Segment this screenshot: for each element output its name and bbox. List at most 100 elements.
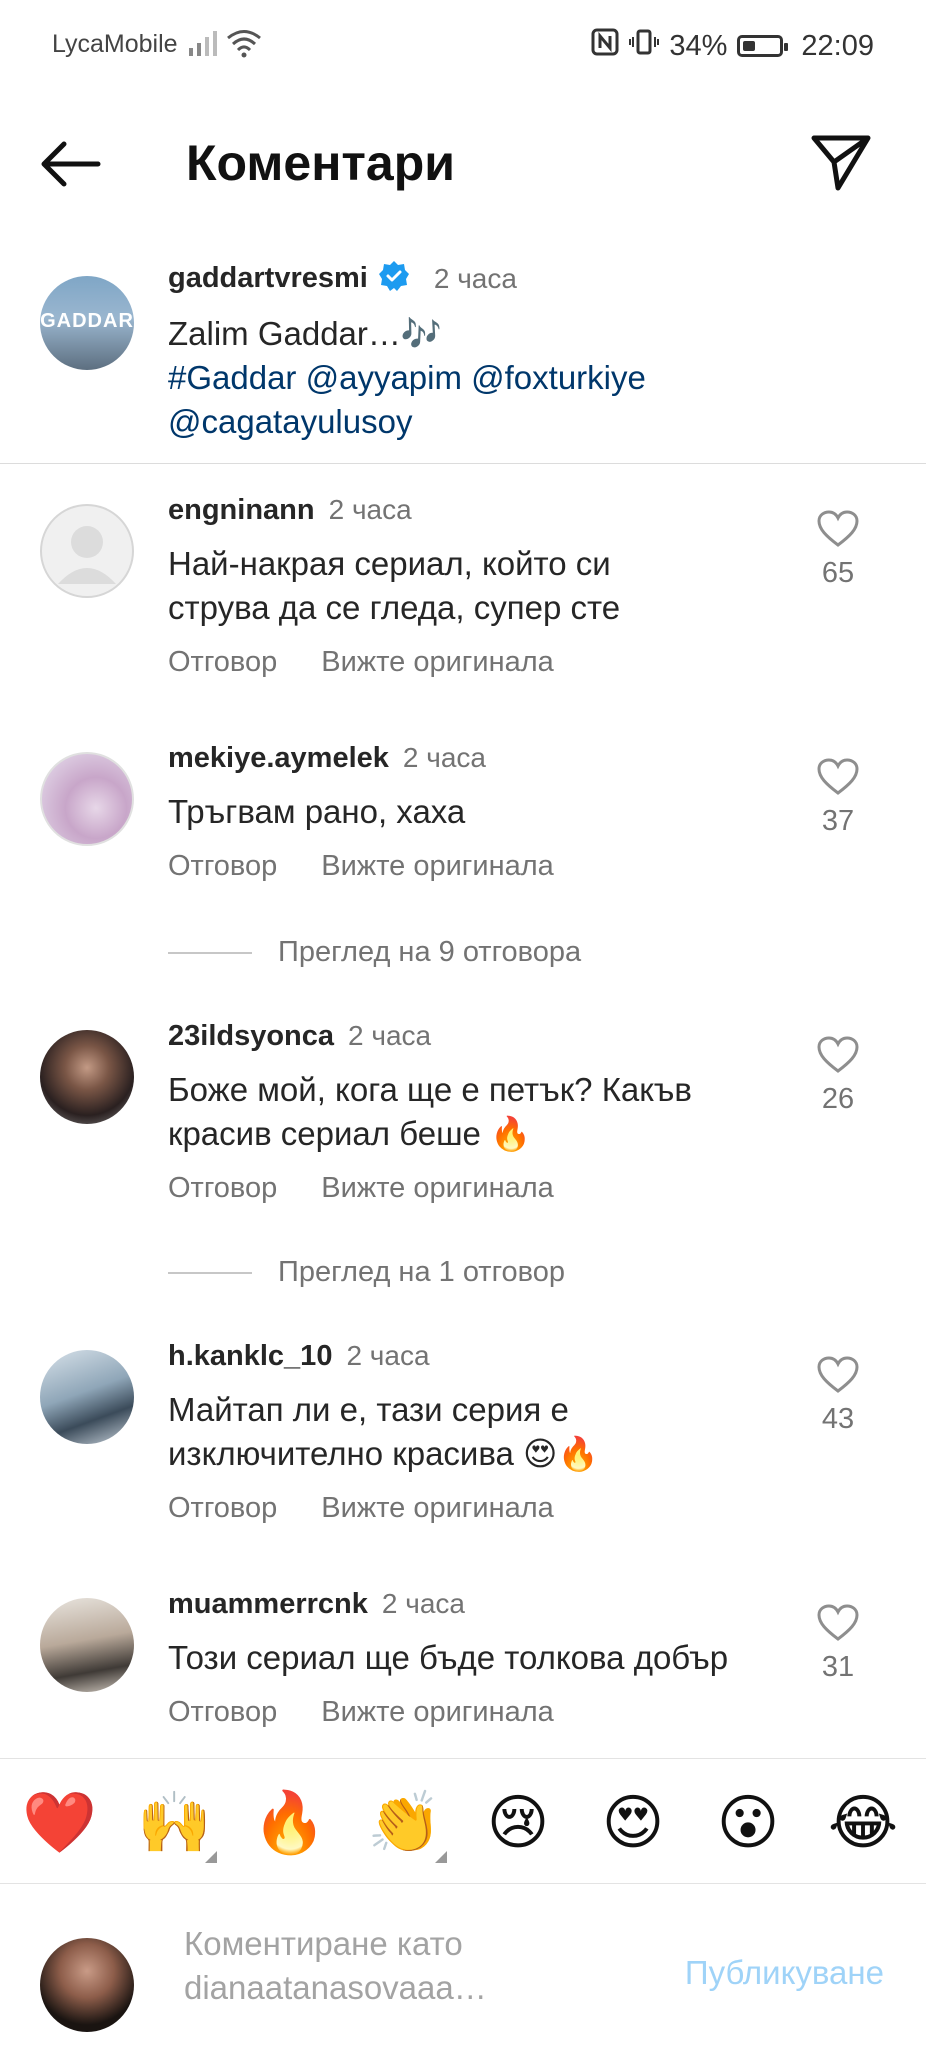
see-original-button[interactable]: Вижте оригинала (321, 850, 554, 883)
avatar[interactable] (40, 1350, 134, 1444)
comment-actions: Отговор Вижте оригинала (168, 646, 554, 679)
caption-mention[interactable]: @cagatayulusoy (168, 400, 768, 444)
reply-button[interactable]: Отговор (168, 1172, 277, 1205)
back-button[interactable] (38, 138, 102, 190)
emoji-laughing-button[interactable]: 😂 (827, 1787, 899, 1859)
publish-button[interactable]: Публикуване (685, 1954, 884, 1992)
comment-time: 2 часа (402, 742, 486, 773)
avatar[interactable] (40, 1030, 134, 1124)
comment-time: 2 часа (381, 1588, 465, 1619)
emoji-fire-button[interactable]: 🔥 (252, 1787, 327, 1859)
comment-text: Най-накрая сериал, който си струва да се… (168, 542, 808, 630)
like-button[interactable]: 37 (808, 758, 868, 838)
reply-button[interactable]: Отговор (168, 1696, 277, 1729)
caption-username[interactable]: gaddartvresmi (168, 262, 368, 295)
comment-time: 2 часа (346, 1340, 430, 1371)
wifi-icon (226, 28, 262, 63)
comment-text-line: Този сериал ще бъде толкова добър (168, 1639, 729, 1676)
comment-text-line: Тръгвам рано, хаха (168, 793, 466, 830)
share-button[interactable] (810, 132, 872, 192)
reply-button[interactable]: Отговор (168, 646, 277, 679)
comment-username[interactable]: mekiye.aymelek (168, 742, 389, 775)
like-count: 43 (821, 1403, 855, 1435)
caption-time: 2 часа (433, 262, 517, 294)
comment-text: Тръгвам рано, хаха (168, 790, 808, 834)
like-button[interactable]: 43 (808, 1356, 868, 1436)
avatar[interactable] (40, 752, 134, 846)
reply-button[interactable]: Отговор (168, 850, 277, 883)
comment-header: mekiye.aymelek 2 часа (168, 742, 486, 775)
header: Коментари (0, 112, 926, 212)
heart-icon (817, 1036, 859, 1073)
divider (0, 463, 926, 464)
heart-icon (817, 1356, 859, 1393)
comment-text: Боже мой, кога ще е петък? Какъв красив … (168, 1068, 808, 1156)
comment-header: h.kanklc_10 2 часа (168, 1340, 430, 1373)
reply-button[interactable]: Отговор (168, 1492, 277, 1525)
like-count: 26 (821, 1083, 855, 1115)
caption-tags[interactable]: #Gaddar @ayyapim @foxturkiye (168, 356, 768, 400)
comment-username[interactable]: engninann (168, 494, 315, 527)
see-original-button[interactable]: Вижте оригинала (321, 1172, 554, 1205)
see-original-button[interactable]: Вижте оригинала (321, 1492, 554, 1525)
like-count: 31 (821, 1651, 855, 1683)
comment-text-line: Най-накрая сериал, който си (168, 545, 611, 582)
like-button[interactable]: 31 (808, 1604, 868, 1684)
see-original-button[interactable]: Вижте оригинала (321, 1696, 554, 1729)
nfc-icon (591, 28, 619, 64)
status-bar: LycaMobile 34% 22:09 (0, 0, 926, 92)
comment-username[interactable]: 23ildsyonca (168, 1020, 334, 1053)
emoji-heart-eyes-button[interactable]: 😍 (597, 1787, 669, 1859)
comment-username[interactable]: muammerrcnk (168, 1588, 368, 1621)
comment-placeholder-line: dianaatanasovaaa… (184, 1969, 487, 2006)
comment-composer: Коментиране като dianaatanasovaaa… Публи… (0, 1884, 926, 2048)
emoji-quick-bar: ❤️ 🙌 🔥 👏 😢 😍 😮 😂 (0, 1758, 926, 1884)
status-right: 34% 22:09 (591, 28, 874, 64)
battery-icon (737, 35, 789, 57)
view-replies-button[interactable]: Преглед на 1 отговор (168, 1256, 565, 1289)
comment-actions: Отговор Вижте оригинала (168, 1172, 554, 1205)
paper-plane-icon (811, 135, 871, 191)
avatar[interactable] (40, 1598, 134, 1692)
view-replies-label: Преглед на 9 отговора (278, 936, 582, 968)
emoji-heart-button[interactable]: ❤️ (22, 1787, 97, 1859)
view-replies-button[interactable]: Преглед на 9 отговора (168, 936, 581, 969)
battery-percent: 34% (669, 29, 728, 62)
vibrate-icon (629, 28, 660, 64)
default-avatar-icon (58, 526, 116, 584)
comment-text-line: красив сериал беше 🔥 (168, 1115, 532, 1152)
comment-placeholder-line: Коментиране като (184, 1925, 463, 1962)
skin-tone-indicator-icon (205, 1851, 217, 1863)
comment-username[interactable]: h.kanklc_10 (168, 1340, 332, 1373)
comment-header: engninann 2 часа (168, 494, 412, 527)
emoji-surprised-button[interactable]: 😮 (712, 1787, 784, 1859)
caption-title: Zalim Gaddar…🎶 (168, 315, 442, 352)
signal-icon (188, 28, 220, 63)
like-button[interactable]: 26 (808, 1036, 868, 1116)
like-button[interactable]: 65 (808, 510, 868, 590)
heart-icon (817, 510, 859, 547)
verified-badge-icon (378, 260, 410, 297)
emoji-glyph: 🙌 (137, 1788, 212, 1858)
comment-actions: Отговор Вижте оригинала (168, 850, 554, 883)
comment-header: 23ildsyonca 2 часа (168, 1020, 431, 1053)
emoji-raised-hands-button[interactable]: 🙌 (137, 1787, 217, 1863)
skin-tone-indicator-icon (435, 1851, 447, 1863)
avatar[interactable] (40, 504, 134, 598)
like-count: 37 (821, 805, 855, 837)
emoji-clap-button[interactable]: 👏 (367, 1787, 447, 1863)
comment-actions: Отговор Вижте оригинала (168, 1492, 554, 1525)
view-replies-label: Преглед на 1 отговор (278, 1256, 565, 1288)
caption-header: gaddartvresmi 2 часа (168, 260, 517, 297)
comment-text-line: Майтап ли е, тази серия е (168, 1391, 569, 1428)
emoji-crying-button[interactable]: 😢 (482, 1787, 554, 1859)
comment-text-line: изключително красива 😍🔥 (168, 1435, 599, 1472)
page-title: Коментари (186, 135, 455, 191)
see-original-button[interactable]: Вижте оригинала (321, 646, 554, 679)
comment-input[interactable]: Коментиране като dianaatanasovaaa… (184, 1922, 614, 2010)
avatar[interactable]: GADDAR (40, 276, 134, 370)
arrow-left-icon (41, 141, 101, 187)
replies-divider-line (168, 1271, 252, 1274)
comment-text: Майтап ли е, тази серия е изключително к… (168, 1388, 808, 1476)
comment-text-line: Боже мой, кога ще е петък? Какъв (168, 1071, 692, 1108)
